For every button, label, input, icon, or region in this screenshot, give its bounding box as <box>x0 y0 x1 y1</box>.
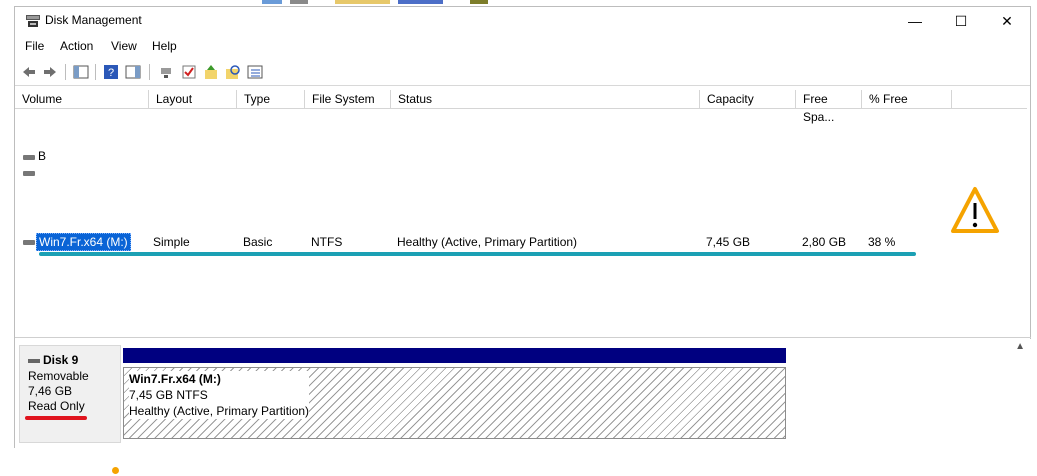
minimize-button[interactable]: — <box>892 7 938 35</box>
background-strip <box>0 0 1037 5</box>
maximize-button[interactable]: ☐ <box>938 7 984 35</box>
header-divider <box>15 108 1027 109</box>
title-bar[interactable]: Disk Management — ☐ ✕ <box>15 7 1030 35</box>
taskbar-fragment-icon <box>335 0 390 4</box>
column-header-layout[interactable]: Layout <box>149 90 237 108</box>
svg-text:?: ? <box>108 67 114 79</box>
column-header-free-space[interactable]: Free Spa... <box>796 90 862 124</box>
connect-icon[interactable] <box>159 64 175 80</box>
disk-info-panel[interactable]: Disk 9 Removable 7,46 GB Read Only <box>19 345 121 443</box>
volume-list: Volume Layout Type File System Status Ca… <box>15 87 1031 338</box>
taskbar-fragment-icon <box>262 0 282 4</box>
back-arrow-icon[interactable] <box>21 64 37 80</box>
window-title: Disk Management <box>45 13 142 27</box>
column-header-percent-free[interactable]: % Free <box>862 90 952 108</box>
volume-cell-selected[interactable]: Win7.Fr.x64 (M:) <box>36 233 131 251</box>
column-header-capacity[interactable]: Capacity <box>700 90 796 108</box>
partition-size-fs: 7,45 GB NTFS <box>129 387 310 403</box>
drive-icon <box>23 155 35 160</box>
column-header-type[interactable]: Type <box>237 90 305 108</box>
annotation-dot <box>112 467 119 474</box>
search-folder-icon[interactable] <box>225 64 241 80</box>
volume-cell-b[interactable]: B <box>38 149 46 163</box>
import-icon[interactable] <box>203 64 219 80</box>
help-icon[interactable]: ? <box>103 64 119 80</box>
list-view-icon[interactable] <box>247 64 263 80</box>
scroll-up-icon[interactable]: ▲ <box>1015 341 1025 352</box>
teal-underline-annotation <box>39 252 916 256</box>
warning-icon <box>951 187 999 233</box>
toolbar-separator <box>65 64 66 80</box>
taskbar-fragment-icon <box>470 0 488 4</box>
file-system-cell: NTFS <box>311 235 343 249</box>
layout-cell: Simple <box>153 235 190 249</box>
column-header-file-system[interactable]: File System <box>305 90 391 108</box>
toolbar-separator <box>149 64 150 80</box>
disk-size: 7,46 GB <box>28 384 73 398</box>
column-header-status[interactable]: Status <box>391 90 700 108</box>
toolbar: ? <box>15 59 1030 86</box>
close-button[interactable]: ✕ <box>984 7 1030 35</box>
percent-free-cell: 38 % <box>868 235 896 249</box>
menu-view[interactable]: View <box>111 39 137 53</box>
disk-management-window: Disk Management — ☐ ✕ File Action View H… <box>14 6 1031 448</box>
status-cell: Healthy (Active, Primary Partition) <box>397 235 578 249</box>
properties-pane-icon[interactable] <box>125 64 141 80</box>
disk-state: Read Only <box>28 399 85 413</box>
partition-header-bar <box>123 348 786 363</box>
disk-management-icon <box>26 15 40 27</box>
disk-graphical-view: ▲ Disk 9 Removable 7,46 GB Read Only Win… <box>15 339 1031 448</box>
menu-help[interactable]: Help <box>152 39 177 53</box>
menu-bar: File Action View Help <box>15 37 1030 57</box>
disk-name: Disk 9 <box>28 353 78 367</box>
red-underline-annotation <box>25 416 87 420</box>
check-icon[interactable] <box>181 64 197 80</box>
drive-icon <box>23 171 35 176</box>
column-header-volume[interactable]: Volume <box>15 90 149 108</box>
menu-action[interactable]: Action <box>60 39 93 53</box>
show-hide-console-tree-icon[interactable] <box>73 64 89 80</box>
toolbar-separator <box>95 64 96 80</box>
drive-icon <box>23 240 35 245</box>
partition-block[interactable]: Win7.Fr.x64 (M:) 7,45 GB NTFS Healthy (A… <box>123 367 786 439</box>
free-space-cell: 2,80 GB <box>802 235 847 249</box>
capacity-cell: 7,45 GB <box>706 235 751 249</box>
forward-arrow-icon[interactable] <box>42 64 58 80</box>
partition-label: Win7.Fr.x64 (M:) <box>129 371 310 387</box>
disk-icon <box>28 358 40 363</box>
disk-name-label: Disk 9 <box>43 353 79 367</box>
disk-kind: Removable <box>28 369 89 383</box>
partition-status: Healthy (Active, Primary Partition) <box>129 403 310 419</box>
taskbar-fragment-icon <box>290 0 308 4</box>
type-cell: Basic <box>243 235 273 249</box>
taskbar-fragment-icon <box>398 0 443 4</box>
menu-file[interactable]: File <box>25 39 44 53</box>
